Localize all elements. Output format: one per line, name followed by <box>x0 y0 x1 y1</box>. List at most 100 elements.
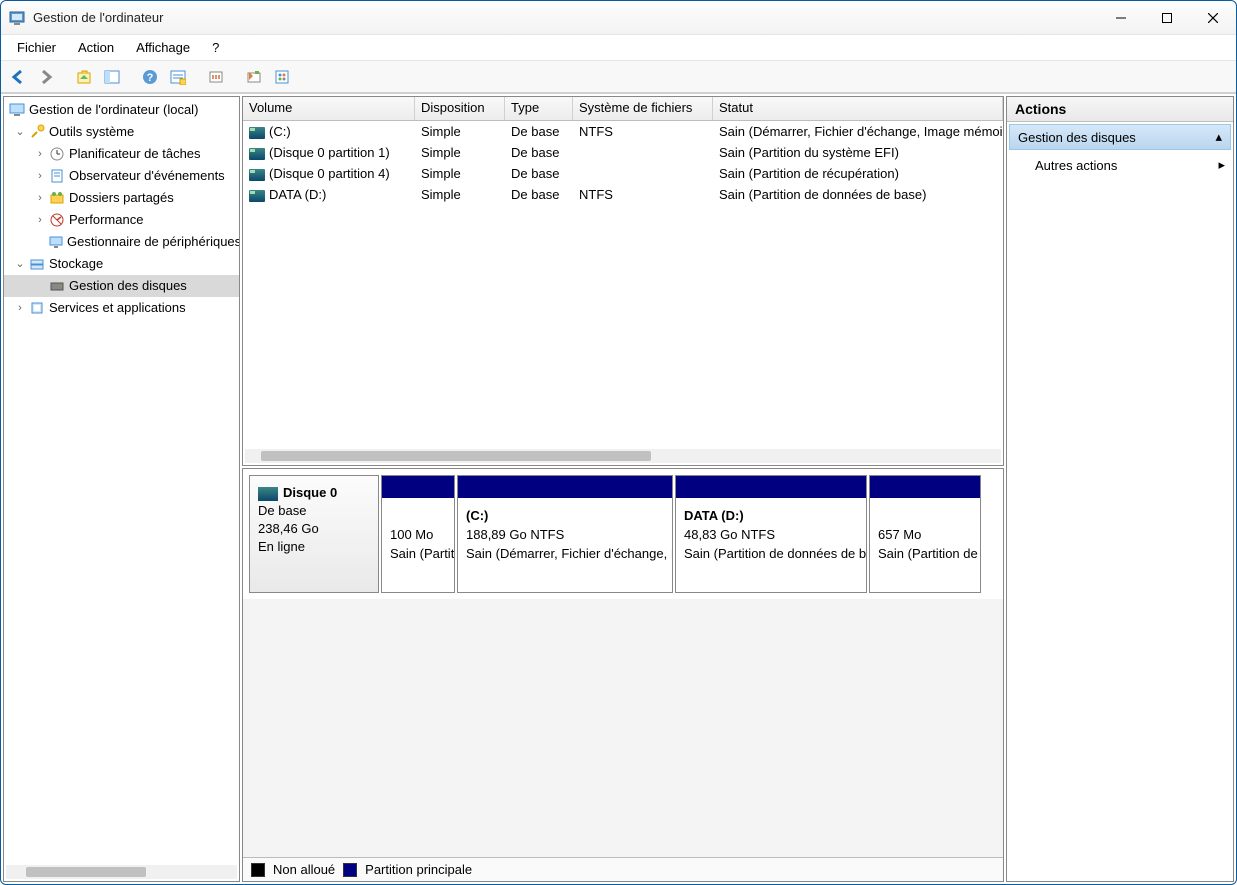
volume-layout: Simple <box>415 144 505 161</box>
device-icon <box>48 234 64 250</box>
volume-layout: Simple <box>415 165 505 182</box>
tree-sys-tools[interactable]: ⌄ Outils système <box>4 121 239 143</box>
tree-services-apps[interactable]: › Services et applications <box>4 297 239 319</box>
nav-tree-pane: Gestion de l'ordinateur (local) ⌄ Outils… <box>3 96 240 882</box>
partition-title: DATA (D:) <box>684 508 744 523</box>
volume-icon <box>249 127 265 139</box>
menu-file[interactable]: Fichier <box>7 37 66 58</box>
window-title: Gestion de l'ordinateur <box>33 10 1098 25</box>
action-button[interactable] <box>241 64 267 90</box>
tree-shared-folders[interactable]: › Dossiers partagés <box>4 187 239 209</box>
disk-info[interactable]: Disque 0 De base 238,46 Go En ligne <box>249 475 379 593</box>
forward-button[interactable] <box>33 64 59 90</box>
volume-row[interactable]: (C:)SimpleDe baseNTFSSain (Démarrer, Fic… <box>243 121 1003 142</box>
tree-horizontal-scrollbar[interactable] <box>6 865 237 879</box>
window: Gestion de l'ordinateur Fichier Action A… <box>0 0 1237 885</box>
tree-label: Outils système <box>49 121 134 143</box>
expand-icon[interactable]: › <box>12 297 28 319</box>
col-volume[interactable]: Volume <box>243 97 415 120</box>
tree-storage[interactable]: ⌄ Stockage <box>4 253 239 275</box>
event-icon <box>48 168 66 184</box>
volume-type: De base <box>505 186 573 203</box>
back-button[interactable] <box>5 64 31 90</box>
disk-type: De base <box>258 502 370 520</box>
partition[interactable]: 657 MoSain (Partition de récupération) <box>869 475 981 593</box>
partition-size: 188,89 Go NTFS <box>466 525 664 544</box>
partition-title: (C:) <box>466 508 488 523</box>
svg-text:?: ? <box>147 72 154 84</box>
details-button[interactable] <box>165 64 191 90</box>
close-button[interactable] <box>1190 2 1236 34</box>
col-layout[interactable]: Disposition <box>415 97 505 120</box>
minimize-button[interactable] <box>1098 2 1144 34</box>
clock-icon <box>48 146 66 162</box>
expand-icon[interactable]: › <box>32 209 48 231</box>
volume-list-scrollbar[interactable] <box>245 449 1001 463</box>
volume-status: Sain (Démarrer, Fichier d'échange, Image… <box>713 123 1003 140</box>
actions-pane: Actions Gestion des disques ▴ Autres act… <box>1006 96 1234 882</box>
actions-section[interactable]: Gestion des disques ▴ <box>1009 124 1231 150</box>
tree-disk-management[interactable]: Gestion des disques <box>4 275 239 297</box>
partition-header <box>870 476 980 498</box>
partition[interactable]: DATA (D:) 48,83 Go NTFSSain (Partition de… <box>675 475 867 593</box>
maximize-button[interactable] <box>1144 2 1190 34</box>
volume-row[interactable]: (Disque 0 partition 4)SimpleDe baseSain … <box>243 163 1003 184</box>
actions-more[interactable]: Autres actions ▸ <box>1007 152 1233 178</box>
tree-label: Gestion de l'ordinateur (local) <box>29 99 198 121</box>
titlebar: Gestion de l'ordinateur <box>1 1 1236 35</box>
tree-performance[interactable]: › Performance <box>4 209 239 231</box>
chevron-right-icon: ▸ <box>1218 157 1225 173</box>
legend-primary-label: Partition principale <box>365 862 472 877</box>
menu-view[interactable]: Affichage <box>126 37 200 58</box>
expand-icon[interactable]: › <box>32 143 48 165</box>
up-button[interactable] <box>71 64 97 90</box>
disk-partitions: 100 MoSain (Partition du système EFI) (C:… <box>381 475 997 593</box>
volume-type: De base <box>505 123 573 140</box>
partition[interactable]: 100 MoSain (Partition du système EFI) <box>381 475 455 593</box>
menu-help[interactable]: ? <box>202 37 229 58</box>
tree-event-viewer[interactable]: › Observateur d'événements <box>4 165 239 187</box>
volume-name: DATA (D:) <box>269 187 326 202</box>
volume-icon <box>249 148 265 160</box>
collapse-icon[interactable]: ⌄ <box>12 121 28 143</box>
tree-label: Performance <box>69 209 143 231</box>
volume-list-header: Volume Disposition Type Système de fichi… <box>243 97 1003 121</box>
collapse-icon[interactable]: ⌄ <box>12 253 28 275</box>
properties-button[interactable] <box>269 64 295 90</box>
disk-map-empty <box>243 599 1003 857</box>
partition-header <box>676 476 866 498</box>
expand-icon[interactable]: › <box>32 187 48 209</box>
shared-icon <box>48 190 66 206</box>
volume-row[interactable]: DATA (D:)SimpleDe baseNTFSSain (Partitio… <box>243 184 1003 205</box>
partition-status: Sain (Partition de données de base) <box>684 544 858 563</box>
disk-icon <box>48 278 66 294</box>
chevron-up-icon: ▴ <box>1215 129 1222 145</box>
col-type[interactable]: Type <box>505 97 573 120</box>
tree-label: Observateur d'événements <box>69 165 225 187</box>
menu-action[interactable]: Action <box>68 37 124 58</box>
help-button[interactable]: ? <box>137 64 163 90</box>
volume-row[interactable]: (Disque 0 partition 1)SimpleDe baseSain … <box>243 142 1003 163</box>
legend-unallocated-label: Non alloué <box>273 862 335 877</box>
nav-tree[interactable]: Gestion de l'ordinateur (local) ⌄ Outils… <box>4 97 239 321</box>
partition-size: 48,83 Go NTFS <box>684 525 858 544</box>
partition[interactable]: (C:)188,89 Go NTFSSain (Démarrer, Fichie… <box>457 475 673 593</box>
services-icon <box>28 300 46 316</box>
tree-label: Services et applications <box>49 297 186 319</box>
partition-header <box>382 476 454 498</box>
tree-device-manager[interactable]: Gestionnaire de périphériques <box>4 231 239 253</box>
col-status[interactable]: Statut <box>713 97 1003 120</box>
refresh-button[interactable] <box>203 64 229 90</box>
tools-icon <box>28 124 46 140</box>
tree-task-scheduler[interactable]: › Planificateur de tâches <box>4 143 239 165</box>
partition-status: Sain (Partition de récupération) <box>878 544 972 563</box>
disk-state: En ligne <box>258 538 370 556</box>
col-filesystem[interactable]: Système de fichiers <box>573 97 713 120</box>
show-hide-tree-button[interactable] <box>99 64 125 90</box>
tree-root[interactable]: Gestion de l'ordinateur (local) <box>4 99 239 121</box>
app-icon <box>9 10 25 26</box>
perf-icon <box>48 212 66 228</box>
disk-row: Disque 0 De base 238,46 Go En ligne 100 … <box>249 475 997 593</box>
volume-list-body[interactable]: (C:)SimpleDe baseNTFSSain (Démarrer, Fic… <box>243 121 1003 465</box>
expand-icon[interactable]: › <box>32 165 48 187</box>
